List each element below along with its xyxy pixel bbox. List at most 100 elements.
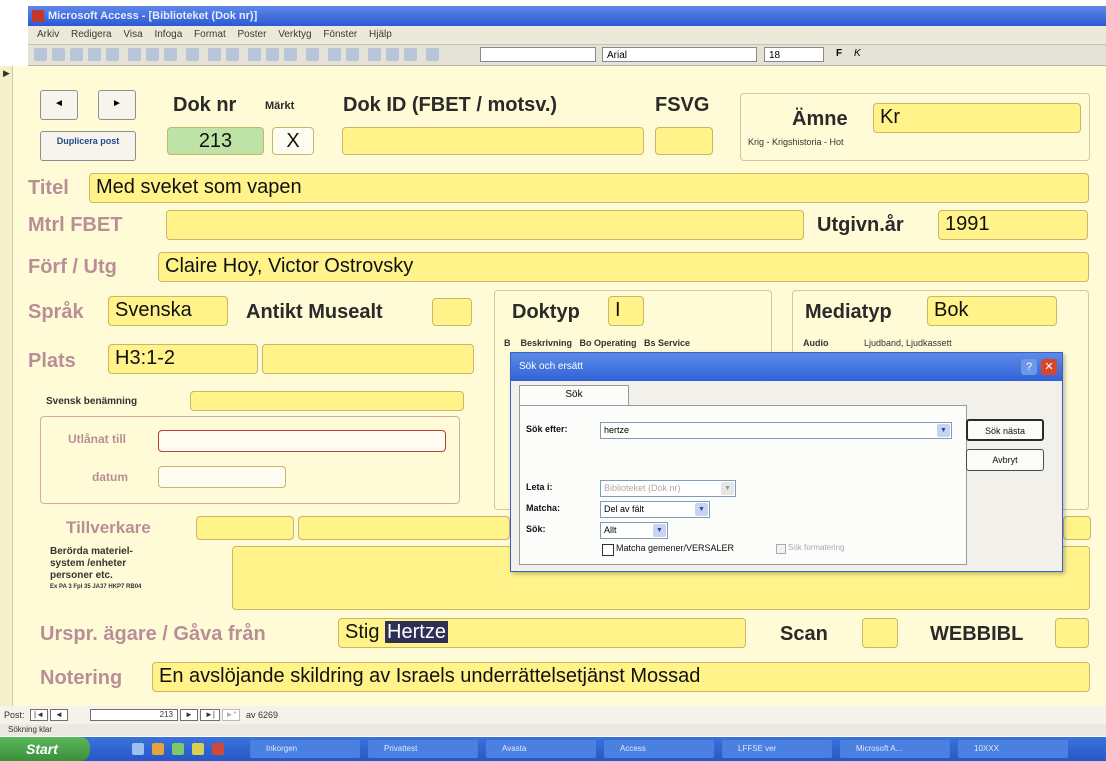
save-icon[interactable] [52, 48, 65, 61]
copy-icon[interactable] [146, 48, 159, 61]
design-view-icon[interactable] [34, 48, 47, 61]
quicklaunch-icon[interactable] [212, 743, 224, 755]
chevron-down-icon[interactable]: ▼ [695, 503, 708, 516]
print-icon[interactable] [70, 48, 83, 61]
berorda-sub: Ex PA 3 Fpl 35 JA37 HKP7 RB04 [50, 584, 142, 590]
sprak-field[interactable]: Svenska [108, 296, 228, 326]
duplicate-record-button[interactable]: Duplicera post [40, 131, 136, 161]
notering-label: Notering [40, 667, 123, 689]
taskbar-item[interactable]: LFFSE ver [722, 740, 832, 758]
tab-sok[interactable]: Sök [519, 385, 629, 406]
record-selector[interactable] [0, 66, 13, 706]
tillverkare-field[interactable] [196, 516, 294, 540]
antikt-musealt-field[interactable] [432, 298, 472, 326]
help-icon[interactable] [426, 48, 439, 61]
datum-field[interactable] [158, 466, 286, 488]
svensk-benamning-field[interactable] [190, 391, 464, 411]
prev-record-icon[interactable]: ◄ [50, 709, 68, 721]
sok-efter-input[interactable]: hertze ▼ [600, 422, 952, 439]
spell-icon[interactable] [106, 48, 119, 61]
cancel-button[interactable]: Avbryt [966, 449, 1044, 471]
database-icon[interactable] [386, 48, 399, 61]
apply-filter-icon[interactable] [284, 48, 297, 61]
current-record-input[interactable]: 213 [90, 709, 178, 721]
last-record-icon[interactable]: ►| [200, 709, 220, 721]
tillverkare-end-field[interactable] [1063, 516, 1091, 540]
new-object-icon[interactable] [404, 48, 417, 61]
menu-arkiv[interactable]: Arkiv [37, 29, 59, 40]
menu-visa[interactable]: Visa [123, 29, 142, 40]
plats-extra-field[interactable] [262, 344, 474, 374]
urspr-agare-field[interactable]: Stig Hertze [338, 618, 746, 648]
first-record-icon[interactable]: |◄ [30, 709, 48, 721]
case-checkbox[interactable] [602, 544, 614, 556]
taskbar-item[interactable]: Access [604, 740, 714, 758]
scan-field[interactable] [862, 618, 898, 648]
font-combo[interactable]: Arial [602, 47, 757, 62]
amne-field[interactable]: Kr [873, 103, 1081, 133]
mediatyp-field[interactable]: Bok [927, 296, 1057, 326]
sok-select[interactable]: Allt ▼ [600, 522, 668, 539]
menu-infoga[interactable]: Infoga [154, 29, 182, 40]
chevron-down-icon[interactable]: ▼ [653, 524, 666, 537]
quicklaunch-icon[interactable] [172, 743, 184, 755]
menu-format[interactable]: Format [194, 29, 226, 40]
doktyp-field[interactable]: I [608, 296, 644, 326]
tillverkare-extra-field[interactable] [298, 516, 510, 540]
cut-icon[interactable] [128, 48, 141, 61]
titel-field[interactable]: Med sveket som vapen [89, 173, 1089, 203]
plats-field[interactable]: H3:1-2 [108, 344, 258, 374]
utgivn-ar-field[interactable]: 1991 [938, 210, 1088, 240]
menu-hjalp[interactable]: Hjälp [369, 29, 392, 40]
filter-form-icon[interactable] [266, 48, 279, 61]
quicklaunch-icon[interactable] [192, 743, 204, 755]
matcha-select[interactable]: Del av fält ▼ [600, 501, 710, 518]
italic-icon[interactable]: K [854, 48, 867, 61]
sort-asc-icon[interactable] [208, 48, 221, 61]
prev-record-button[interactable]: ◄ [40, 90, 78, 120]
paste-icon[interactable] [164, 48, 177, 61]
start-button[interactable]: Start [0, 737, 90, 761]
next-record-button[interactable]: ► [98, 90, 136, 120]
fsvg-label: FSVG [655, 94, 710, 116]
utlanat-till-field[interactable] [158, 430, 446, 452]
new-record-icon[interactable] [328, 48, 341, 61]
next-record-icon[interactable]: ► [180, 709, 198, 721]
dialog-close-icon[interactable]: ✕ [1041, 359, 1057, 375]
delete-record-icon[interactable] [346, 48, 359, 61]
properties-icon[interactable] [368, 48, 381, 61]
find-next-button[interactable]: Sök nästa [966, 419, 1044, 441]
taskbar-item[interactable]: Avasta [486, 740, 596, 758]
menu-verktyg[interactable]: Verktyg [278, 29, 311, 40]
sort-desc-icon[interactable] [226, 48, 239, 61]
preview-icon[interactable] [88, 48, 101, 61]
quicklaunch-icon[interactable] [152, 743, 164, 755]
filter-icon[interactable] [248, 48, 261, 61]
taskbar-item[interactable]: Privattest [368, 740, 478, 758]
menu-redigera[interactable]: Redigera [71, 29, 112, 40]
chevron-down-icon[interactable]: ▼ [937, 424, 950, 437]
markt-field[interactable]: X [272, 127, 314, 155]
chevron-down-icon[interactable]: ▼ [721, 482, 734, 495]
find-icon[interactable] [306, 48, 319, 61]
taskbar-item[interactable]: 10XXX [958, 740, 1068, 758]
taskbar-item[interactable]: Inkorgen [250, 740, 360, 758]
new-record-nav-icon[interactable]: ►* [222, 709, 240, 721]
undo-icon[interactable] [186, 48, 199, 61]
dok-nr-field[interactable]: 213 [167, 127, 264, 155]
taskbar-item[interactable]: Microsoft A... [840, 740, 950, 758]
fsvg-field[interactable] [655, 127, 713, 155]
dialog-help-icon[interactable]: ? [1021, 359, 1037, 375]
notering-field[interactable]: En avslöjande skildring av Israels under… [152, 662, 1090, 692]
mtrl-fbet-field[interactable] [166, 210, 804, 240]
menu-fonster[interactable]: Fönster [323, 29, 357, 40]
quicklaunch-icon[interactable] [132, 743, 144, 755]
leta-i-select[interactable]: Biblioteket (Dok nr) ▼ [600, 480, 736, 497]
dok-id-field[interactable] [342, 127, 644, 155]
webbibl-field[interactable] [1055, 618, 1089, 648]
forf-utg-field[interactable]: Claire Hoy, Victor Ostrovsky [158, 252, 1089, 282]
menu-poster[interactable]: Poster [238, 29, 267, 40]
font-size-combo[interactable]: 18 [764, 47, 824, 62]
bold-icon[interactable]: F [836, 48, 849, 61]
object-combo[interactable] [480, 47, 596, 62]
